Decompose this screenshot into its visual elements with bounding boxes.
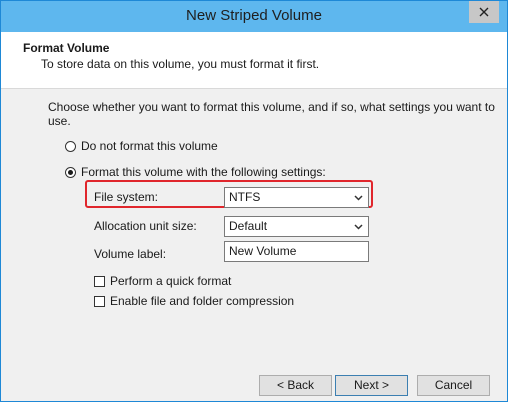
quick-format-checkbox[interactable] <box>94 275 105 287</box>
volume-label-label: Volume label: <box>94 247 167 261</box>
compression-option[interactable]: Enable file and folder compression <box>94 294 294 308</box>
quick-format-label: Perform a quick format <box>110 274 232 288</box>
compression-label: Enable file and folder compression <box>110 294 295 308</box>
next-button[interactable]: Next > <box>335 375 408 396</box>
instructions-text: Choose whether you want to format this v… <box>48 100 495 128</box>
no-format-option[interactable]: Do not format this volume <box>65 139 218 153</box>
quick-format-option[interactable]: Perform a quick format <box>94 274 231 288</box>
window-title: New Striped Volume <box>186 7 322 24</box>
allocation-unit-label: Allocation unit size: <box>94 219 197 233</box>
allocation-unit-value: Default <box>229 219 268 233</box>
chevron-down-icon <box>354 188 363 207</box>
back-button[interactable]: < Back <box>259 375 332 396</box>
wizard-footer: < Back Next > Cancel <box>1 367 507 401</box>
format-label: Format this volume with the following se… <box>81 165 326 179</box>
cancel-button[interactable]: Cancel <box>417 375 490 396</box>
compression-checkbox[interactable] <box>94 295 105 307</box>
dialog-window: New Striped Volume Format Volume To stor… <box>0 0 508 402</box>
allocation-unit-combo[interactable]: Default <box>224 216 369 237</box>
chevron-down-icon <box>354 217 363 236</box>
file-system-label: File system: <box>94 190 159 204</box>
close-icon <box>479 7 489 17</box>
header-title: Format Volume <box>23 41 110 55</box>
wizard-content: Choose whether you want to format this v… <box>1 89 507 367</box>
header-subtitle: To store data on this volume, you must f… <box>41 57 320 71</box>
volume-label-input[interactable]: New Volume <box>224 241 369 262</box>
format-option[interactable]: Format this volume with the following se… <box>65 165 326 179</box>
no-format-radio[interactable] <box>65 140 76 152</box>
wizard-header: Format Volume To store data on this volu… <box>1 32 507 89</box>
format-radio[interactable] <box>65 166 76 178</box>
no-format-label: Do not format this volume <box>81 139 218 153</box>
file-system-combo[interactable]: NTFS <box>224 187 369 208</box>
title-bar[interactable]: New Striped Volume <box>1 1 507 32</box>
close-button[interactable] <box>469 1 499 23</box>
file-system-value: NTFS <box>229 190 261 204</box>
